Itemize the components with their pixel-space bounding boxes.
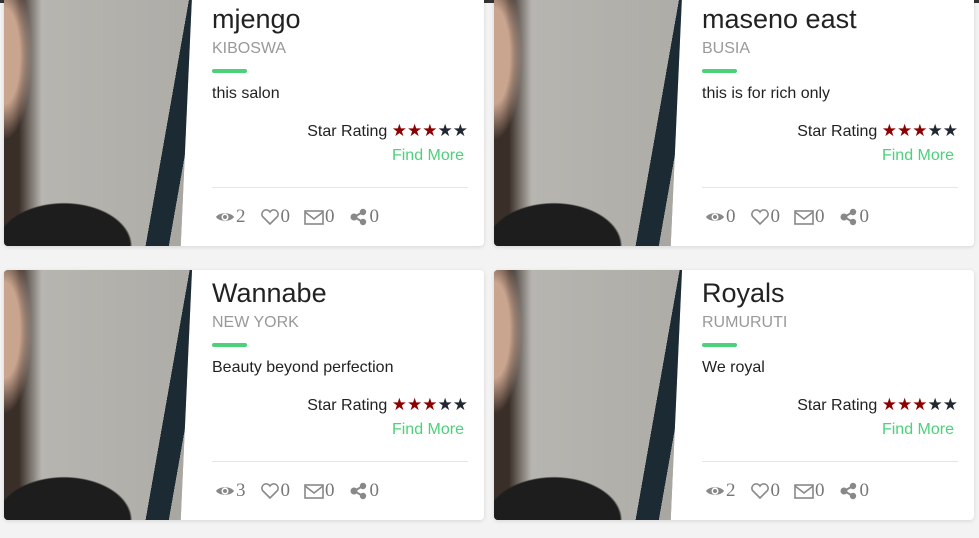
heart-icon [750, 483, 769, 500]
salon-title[interactable]: Wannabe [212, 278, 468, 309]
messages-stat[interactable]: 0 [304, 206, 335, 228]
envelope-icon [794, 210, 814, 225]
star-empty-icon: ★ [437, 395, 453, 414]
likes-stat[interactable]: 0 [750, 480, 780, 502]
star-rating: Star Rating ★★★★★ [212, 121, 468, 141]
star-rating: Star Rating ★★★★★ [702, 121, 958, 141]
salon-title[interactable]: Royals [702, 278, 958, 309]
heart-icon [260, 209, 279, 226]
salon-description: Beauty beyond perfection [212, 359, 394, 376]
salon-card: maseno east BUSIA this is for rich only … [494, 0, 974, 246]
messages-stat[interactable]: 0 [304, 480, 335, 502]
shares-stat[interactable]: 0 [839, 480, 869, 502]
star-filled-icon: ★ [407, 121, 423, 140]
salon-card: Wannabe NEW YORK Beauty beyond perfectio… [4, 270, 484, 520]
shares-stat[interactable]: 0 [839, 206, 869, 228]
share-icon [840, 208, 856, 226]
eye-icon [706, 487, 724, 495]
shares-stat[interactable]: 0 [349, 480, 379, 502]
star-empty-icon: ★ [927, 395, 943, 414]
star-filled-icon: ★ [881, 121, 897, 140]
eye-icon [706, 213, 724, 221]
views-stat: 2 [215, 206, 246, 228]
salon-title[interactable]: mjengo [212, 4, 468, 35]
star-empty-icon: ★ [452, 121, 468, 140]
salon-card: mjengo KIBOSWA this salon Star Rating ★★… [4, 0, 484, 246]
divider [212, 461, 468, 462]
envelope-icon [304, 484, 324, 499]
salon-location: BUSIA [702, 40, 751, 57]
divider [702, 461, 958, 462]
salon-location: RUMURUTI [702, 314, 788, 331]
divider [212, 187, 468, 188]
star-empty-icon: ★ [437, 121, 453, 140]
star-filled-icon: ★ [391, 395, 407, 414]
salon-image[interactable] [494, 0, 682, 246]
star-empty-icon: ★ [942, 121, 958, 140]
star-filled-icon: ★ [912, 395, 928, 414]
accent-divider [212, 343, 247, 347]
eye-icon [216, 487, 234, 495]
heart-icon [260, 483, 279, 500]
salon-image[interactable] [4, 270, 192, 520]
salon-card: Royals RUMURUTI We royal Star Rating ★★★… [494, 270, 974, 520]
likes-stat[interactable]: 0 [750, 206, 780, 228]
rating-label: Star Rating [797, 397, 878, 414]
star-rating: Star Rating ★★★★★ [212, 395, 468, 415]
salon-description: We royal [702, 359, 765, 376]
envelope-icon [794, 484, 814, 499]
share-icon [840, 482, 856, 500]
star-filled-icon: ★ [422, 395, 438, 414]
star-empty-icon: ★ [927, 121, 943, 140]
divider [702, 187, 958, 188]
salon-image[interactable] [494, 270, 682, 520]
salon-description: this salon [212, 85, 280, 102]
likes-stat[interactable]: 0 [260, 480, 290, 502]
star-filled-icon: ★ [407, 395, 423, 414]
salon-image[interactable] [4, 0, 192, 246]
salon-location: NEW YORK [212, 314, 299, 331]
find-more-link[interactable]: Find More [702, 421, 958, 439]
accent-divider [702, 69, 737, 73]
share-icon [350, 482, 366, 500]
rating-label: Star Rating [797, 123, 878, 140]
star-filled-icon: ★ [897, 121, 913, 140]
star-filled-icon: ★ [391, 121, 407, 140]
messages-stat[interactable]: 0 [794, 206, 825, 228]
find-more-link[interactable]: Find More [212, 147, 468, 165]
salon-description: this is for rich only [702, 85, 831, 102]
share-icon [350, 208, 366, 226]
rating-label: Star Rating [307, 397, 388, 414]
views-stat: 0 [705, 206, 736, 228]
find-more-link[interactable]: Find More [212, 421, 468, 439]
salon-location: KIBOSWA [212, 40, 287, 57]
views-stat: 3 [215, 480, 246, 502]
star-empty-icon: ★ [942, 395, 958, 414]
accent-divider [702, 343, 737, 347]
salon-title[interactable]: maseno east [702, 4, 958, 35]
star-filled-icon: ★ [897, 395, 913, 414]
likes-stat[interactable]: 0 [260, 206, 290, 228]
find-more-link[interactable]: Find More [702, 147, 958, 165]
rating-label: Star Rating [307, 123, 388, 140]
star-rating: Star Rating ★★★★★ [702, 395, 958, 415]
star-filled-icon: ★ [912, 121, 928, 140]
messages-stat[interactable]: 0 [794, 480, 825, 502]
heart-icon [750, 209, 769, 226]
star-filled-icon: ★ [422, 121, 438, 140]
star-filled-icon: ★ [881, 395, 897, 414]
envelope-icon [304, 210, 324, 225]
shares-stat[interactable]: 0 [349, 206, 379, 228]
views-stat: 2 [705, 480, 736, 502]
eye-icon [216, 213, 234, 221]
accent-divider [212, 69, 247, 73]
star-empty-icon: ★ [452, 395, 468, 414]
